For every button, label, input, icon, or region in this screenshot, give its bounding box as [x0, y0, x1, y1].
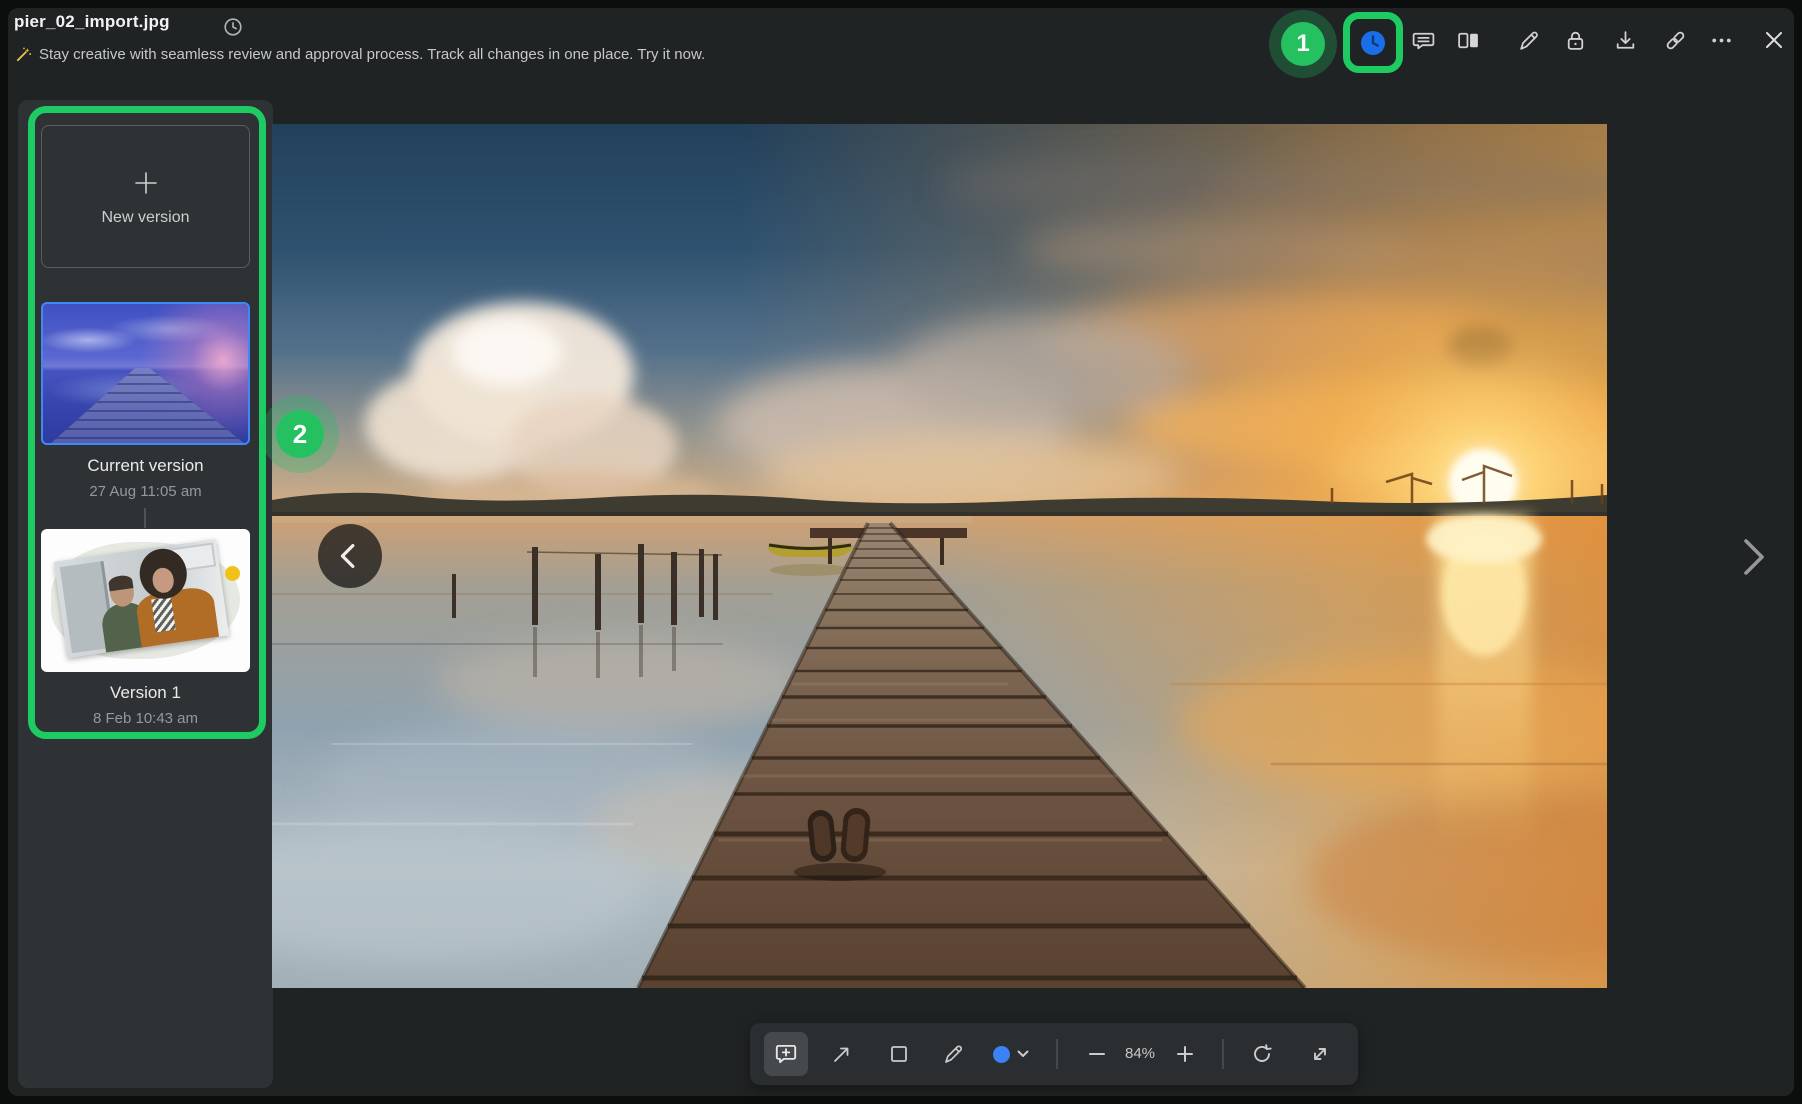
current-version-label: Current version [18, 456, 273, 476]
comments-button[interactable] [1407, 24, 1439, 56]
chevron-left-icon [333, 539, 367, 573]
color-swatch [993, 1046, 1010, 1063]
color-picker-button[interactable] [985, 1038, 1017, 1070]
comment-tool-button[interactable] [764, 1032, 808, 1076]
rotate-button[interactable] [1246, 1038, 1278, 1070]
zoom-level: 84% [1110, 1045, 1170, 1062]
chevron-right-icon [1738, 535, 1768, 579]
plus-icon [1176, 1045, 1194, 1063]
version-1-label: Version 1 [18, 683, 273, 703]
version-connector-line [144, 508, 146, 528]
yellow-dot [225, 566, 240, 581]
promo-banner: Stay creative with seamless review and a… [15, 46, 705, 63]
annotation-toolbar: 84% [750, 1023, 1358, 1085]
image-preview [272, 124, 1607, 988]
version-1-time: 8 Feb 10:43 am [18, 710, 273, 727]
arrow-tool-button[interactable] [826, 1038, 858, 1070]
pencil-tool-button[interactable] [938, 1038, 970, 1070]
pencil-icon [942, 1042, 966, 1066]
toolbar-divider [1222, 1039, 1224, 1069]
new-version-label: New version [101, 209, 189, 227]
share-link-button[interactable] [1659, 24, 1691, 56]
pier-sunset-photo [272, 124, 1607, 988]
promo-text: Stay creative with seamless review and a… [39, 46, 705, 63]
rectangle-tool-button[interactable] [883, 1038, 915, 1070]
annotation-step-1: 1 [1269, 10, 1337, 78]
minus-icon [1088, 1045, 1106, 1063]
close-button[interactable] [1758, 24, 1790, 56]
plus-icon [130, 167, 162, 199]
chevron-down-icon [1017, 1050, 1029, 1058]
rectangle-icon [887, 1042, 911, 1066]
annotate-pencil-button[interactable] [1513, 24, 1545, 56]
magic-wand-icon [15, 46, 32, 63]
annotation-step-2-number: 2 [276, 410, 324, 458]
download-button[interactable] [1609, 24, 1641, 56]
previous-file-button[interactable] [318, 524, 382, 588]
zoom-in-button[interactable] [1169, 1038, 1201, 1070]
annotation-step-2: 2 [261, 395, 339, 473]
more-options-button[interactable] [1705, 24, 1737, 56]
rotate-icon [1250, 1042, 1274, 1066]
lock-button[interactable] [1559, 24, 1591, 56]
new-version-button[interactable]: New version [41, 125, 250, 268]
annotation-step-1-number: 1 [1281, 22, 1325, 66]
annotation-box-1 [1343, 12, 1403, 73]
arrow-icon [830, 1042, 854, 1066]
fullscreen-button[interactable] [1304, 1038, 1336, 1070]
file-title: pier_02_import.jpg [14, 12, 170, 32]
history-clock-small-icon [222, 16, 244, 38]
version-1-thumbnail[interactable] [41, 529, 250, 672]
current-version-thumbnail[interactable] [41, 302, 250, 445]
zoom-out-button[interactable] [1081, 1038, 1113, 1070]
fullscreen-icon [1308, 1042, 1332, 1066]
thumbnail-pier-shape [43, 304, 248, 443]
current-version-time: 27 Aug 11:05 am [18, 483, 273, 500]
color-picker-dropdown[interactable] [1014, 1047, 1032, 1061]
version-history-button[interactable] [1359, 29, 1387, 57]
comment-plus-icon [773, 1041, 799, 1067]
next-file-button[interactable] [1734, 534, 1772, 580]
compare-versions-button[interactable] [1452, 24, 1484, 56]
toolbar-divider [1056, 1039, 1058, 1069]
file-review-window: pier_02_import.jpg Stay creative with se… [0, 0, 1802, 1104]
